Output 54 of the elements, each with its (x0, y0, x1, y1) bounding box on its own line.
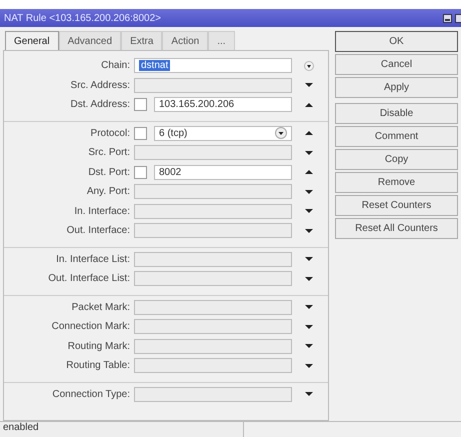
field-label: Protocol: (90, 128, 131, 139)
field-label: Src. Address: (70, 80, 131, 91)
tab[interactable]: ... (208, 31, 235, 50)
input-field[interactable]: dstnat (134, 58, 292, 74)
dropdown-icon[interactable] (275, 127, 287, 140)
field-label: Out. Interface: (66, 225, 131, 236)
action-button[interactable]: Remove (335, 172, 458, 193)
dropdown-field[interactable] (134, 145, 292, 160)
field-label: Src. Port: (87, 147, 131, 158)
action-button[interactable]: Disable (335, 103, 458, 124)
tab[interactable]: General (5, 31, 59, 50)
dropdown-field[interactable] (134, 358, 292, 374)
dropdown-field[interactable] (134, 271, 292, 286)
dropdown-field[interactable] (134, 252, 292, 267)
field-label: Connection Type: (51, 388, 131, 400)
negate-checkbox[interactable] (134, 166, 147, 179)
tab[interactable]: Action (162, 31, 208, 50)
dropdown-field[interactable] (134, 204, 292, 219)
action-button[interactable]: Copy (335, 149, 458, 170)
negate-checkbox[interactable] (134, 98, 147, 112)
action-button[interactable]: Cancel (335, 54, 458, 75)
dropdown-field[interactable] (134, 338, 292, 354)
dropdown-icon[interactable] (304, 60, 314, 71)
field-label: Connection Mark: (50, 321, 131, 332)
negate-checkbox[interactable] (134, 126, 147, 140)
action-button[interactable]: OK (335, 31, 458, 52)
field-label: Routing Mark: (66, 340, 131, 352)
field-label: Out. Interface List: (47, 273, 131, 284)
field-label: Packet Mark: (70, 302, 131, 313)
dropdown-field[interactable] (134, 78, 292, 93)
field-label: Routing Table: (65, 360, 131, 372)
action-button[interactable]: Reset All Counters (335, 218, 458, 239)
input-field[interactable]: 6 (tcp) (154, 126, 292, 141)
dropdown-field[interactable] (134, 184, 292, 200)
dropdown-field[interactable] (134, 223, 292, 238)
status-text: enabled (0, 422, 244, 437)
field-label: In. Interface List: (55, 254, 131, 265)
field-label: In. Interface: (73, 206, 131, 217)
tab[interactable]: Extra (121, 31, 162, 50)
dropdown-field[interactable] (134, 319, 292, 334)
input-field[interactable]: 8002 (154, 164, 292, 180)
window-title: NAT Rule <103.165.200.206:8002> (4, 12, 161, 24)
field-label: Chain: (100, 60, 131, 72)
field-label: Dst. Address: (70, 99, 131, 110)
minimize-icon[interactable] (443, 14, 452, 22)
action-button[interactable]: Apply (335, 77, 458, 98)
action-button[interactable]: Reset Counters (335, 195, 458, 216)
field-label: Dst. Port: (87, 166, 131, 178)
action-button[interactable]: Comment (335, 126, 458, 147)
field-label: Any. Port: (86, 186, 131, 198)
input-field[interactable]: 103.165.200.206 (154, 97, 292, 112)
tab[interactable]: Advanced (58, 31, 122, 50)
dropdown-field[interactable] (134, 300, 292, 315)
dropdown-field[interactable] (134, 386, 292, 402)
